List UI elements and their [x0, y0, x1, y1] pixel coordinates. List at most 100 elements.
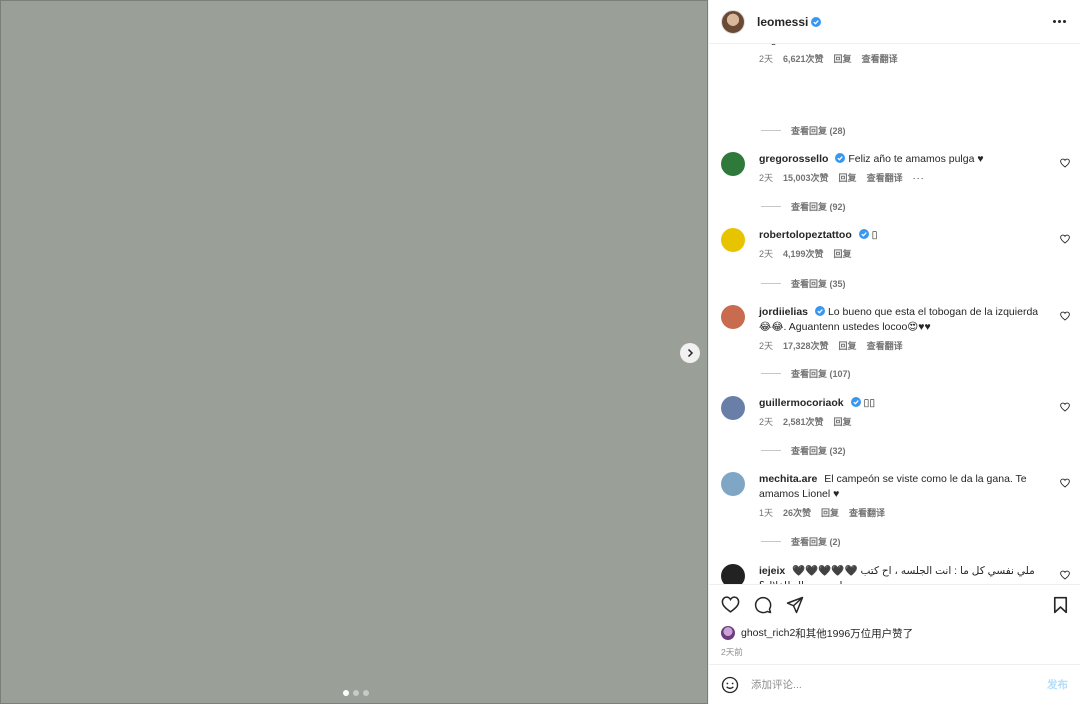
view-replies-label[interactable]: 查看回复 (92)	[791, 200, 846, 213]
view-replies-button[interactable]: 查看回复 (32)	[761, 444, 846, 457]
commenter-avatar[interactable]	[721, 396, 745, 420]
post-viewer: leomessi pepmorata Feliz 2023! Bro! Que …	[0, 0, 1080, 704]
comment-likes[interactable]: 6,621次赞	[783, 52, 824, 67]
comment-text: 🖤🖤🖤🖤🖤 ملي نفسي كل ما : انت الجلسه ، اح ك…	[759, 565, 1035, 584]
comment-like-icon[interactable]	[1060, 234, 1070, 244]
comment-username[interactable]: mechita.are	[759, 473, 817, 485]
comment-like-icon[interactable]	[1060, 158, 1070, 168]
comment-likes[interactable]: 2,581次赞	[783, 415, 824, 430]
view-replies-label[interactable]: 查看回复 (35)	[791, 277, 846, 290]
comment-body: robertolopeztattoo ▯	[759, 228, 1048, 243]
post-comment-button[interactable]: 发布	[1047, 677, 1068, 692]
comment-username[interactable]: gregorossello	[759, 153, 828, 165]
comment-likes[interactable]: 15,003次赞	[783, 171, 829, 186]
comment-username[interactable]: jordiielias	[759, 306, 808, 318]
view-replies-label[interactable]: 查看回复 (28)	[791, 124, 846, 137]
comment-item: mechita.are El campeón se viste como le …	[709, 472, 1080, 521]
comment-meta: 2天 2,581次赞 回复	[759, 415, 1048, 430]
reply-button[interactable]: 回复	[839, 339, 857, 354]
comment-time: 2天	[759, 54, 774, 64]
translate-button[interactable]: 查看翻译	[867, 339, 903, 354]
view-replies-label[interactable]: 查看回复 (32)	[791, 444, 846, 457]
comment-text: ▯	[871, 229, 878, 241]
reply-button[interactable]: 回复	[834, 247, 852, 262]
comment-time: 2天	[759, 249, 774, 259]
comment-icon[interactable]	[754, 596, 772, 614]
reply-button[interactable]: 回复	[834, 415, 852, 430]
comments-list[interactable]: pepmorata Feliz 2023! Bro! Que sigas hac…	[709, 44, 1080, 584]
chevron-right-icon	[687, 348, 694, 358]
author-username[interactable]: leomessi	[757, 15, 808, 29]
share-icon[interactable]	[786, 596, 804, 614]
emoji-icon[interactable]	[721, 676, 739, 694]
comment-username[interactable]: iejeix	[759, 565, 785, 577]
translate-button[interactable]: 查看翻译	[867, 171, 903, 186]
replies-line	[761, 450, 781, 451]
commenter-avatar[interactable]	[721, 228, 745, 252]
comment-item: gregorossello Feliz año te amamos pulga …	[709, 152, 1080, 186]
more-options-button[interactable]	[1053, 20, 1066, 23]
bookmark-icon[interactable]	[1053, 596, 1068, 614]
verified-badge-icon	[835, 153, 846, 163]
comment-input[interactable]	[751, 678, 1047, 691]
comment-username[interactable]: robertolopeztattoo	[759, 229, 852, 241]
author-avatar[interactable]	[721, 9, 745, 34]
liker-username[interactable]: ghost_rich2	[741, 627, 795, 639]
translate-button[interactable]: 查看翻译	[862, 52, 898, 67]
comment-meta: 2天 15,003次赞 回复 查看翻译 ···	[759, 171, 1048, 186]
replies-line	[761, 541, 781, 542]
verified-badge-icon	[858, 229, 869, 239]
next-image-button[interactable]	[680, 343, 700, 363]
verified-badge-icon	[811, 16, 822, 27]
comment-time: 2天	[759, 341, 774, 351]
post-sidebar: leomessi pepmorata Feliz 2023! Bro! Que …	[708, 0, 1080, 704]
translate-button[interactable]: 查看翻译	[849, 506, 885, 521]
comment-like-icon[interactable]	[1060, 570, 1070, 580]
view-replies-button[interactable]: 查看回复 (2)	[761, 535, 841, 548]
comment-body: iejeix 🖤🖤🖤🖤🖤 ملي نفسي كل ما : انت الجلسه…	[759, 564, 1048, 584]
view-replies-button[interactable]: 查看回复 (35)	[761, 277, 846, 290]
liker-avatar	[721, 626, 735, 640]
reply-button[interactable]: 回复	[839, 171, 857, 186]
view-replies-label[interactable]: 查看回复 (107)	[791, 367, 851, 380]
comment-likes[interactable]: 26次赞	[783, 506, 811, 521]
comment-item: iejeix 🖤🖤🖤🖤🖤 ملي نفسي كل ما : انت الجلسه…	[709, 564, 1080, 584]
comment-like-icon[interactable]	[1060, 478, 1070, 488]
post-media[interactable]	[0, 0, 708, 704]
more-options-button[interactable]: ···	[913, 171, 925, 186]
commenter-avatar[interactable]	[721, 152, 745, 176]
comment-body: mechita.are El campeón se viste como le …	[759, 472, 1048, 502]
likes-count-text[interactable]: 和其他1996万位用户赞了	[795, 626, 913, 641]
comment-username[interactable]: guillermocoriaok	[759, 397, 844, 409]
post-header: leomessi	[709, 0, 1080, 44]
view-replies-button[interactable]: 查看回复 (28)	[761, 124, 846, 137]
likes-summary[interactable]: ghost_rich2 和其他1996万位用户赞了	[709, 624, 1080, 642]
comment-meta: 2天 6,621次赞 回复 查看翻译	[759, 52, 1048, 67]
replies-line	[761, 206, 781, 207]
comment-likes[interactable]: 17,328次赞	[783, 339, 829, 354]
reply-button[interactable]: 回复	[821, 506, 839, 521]
view-replies-label[interactable]: 查看回复 (2)	[791, 535, 841, 548]
view-replies-button[interactable]: 查看回复 (92)	[761, 200, 846, 213]
carousel-dot	[343, 690, 349, 696]
commenter-avatar[interactable]	[721, 305, 745, 329]
comment-text: ▯▯	[863, 397, 876, 409]
comment-time: 1天	[759, 508, 774, 518]
comment-body: guillermocoriaok ▯▯	[759, 396, 1048, 411]
carousel-dot	[363, 690, 369, 696]
carousel-dot	[353, 690, 359, 696]
comment-likes[interactable]: 4,199次赞	[783, 247, 824, 262]
view-replies-button[interactable]: 查看回复 (107)	[761, 367, 851, 380]
commenter-avatar[interactable]	[721, 472, 745, 496]
heart-icon[interactable]	[721, 596, 740, 613]
reply-button[interactable]: 回复	[834, 52, 852, 67]
comment-body: pepmorata Feliz 2023! Bro! Que sigas hac…	[759, 44, 1048, 48]
comment-meta: 2天 4,199次赞 回复	[759, 247, 1048, 262]
comment-like-icon[interactable]	[1060, 402, 1070, 412]
photo-placeholder	[0, 0, 708, 704]
comment-like-icon[interactable]	[1060, 311, 1070, 321]
replies-line	[761, 130, 781, 131]
verified-badge-icon	[850, 397, 861, 407]
comment-body: jordiielias Lo bueno que esta el tobogan…	[759, 305, 1048, 335]
commenter-avatar[interactable]	[721, 564, 745, 584]
